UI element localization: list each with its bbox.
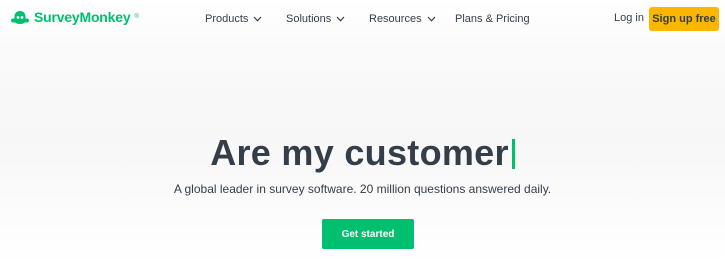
chevron-down-icon [336, 16, 345, 22]
hero-subtitle: A global leader in survey software. 20 m… [173, 182, 552, 196]
nav-products-label: Products [205, 13, 249, 25]
signup-button[interactable]: Sign up free [649, 7, 719, 31]
nav-plans-pricing-label: Plans & Pricing [455, 13, 530, 25]
login-link[interactable]: Log in [614, 12, 644, 24]
logo-wordmark: SurveyMonkey [34, 9, 131, 25]
top-navigation-bar: SurveyMonkey ® Products Solutions Resour… [0, 0, 725, 38]
nav-resources[interactable]: Resources [369, 0, 436, 38]
nav-products[interactable]: Products [205, 0, 262, 38]
chevron-down-icon [253, 16, 262, 22]
trademark-symbol: ® [134, 14, 139, 20]
nav-resources-label: Resources [369, 13, 422, 25]
nav-solutions-label: Solutions [286, 13, 332, 25]
nav-solutions[interactable]: Solutions [286, 0, 345, 38]
typing-caret [511, 139, 515, 169]
surveymonkey-logo[interactable]: SurveyMonkey ® [10, 9, 139, 25]
get-started-button[interactable]: Get started [322, 219, 414, 249]
hero-title: Are my customer [0, 132, 725, 174]
chevron-down-icon [427, 16, 436, 22]
monkey-logo-icon [11, 11, 29, 24]
nav-plans-pricing[interactable]: Plans & Pricing [455, 0, 530, 38]
hero-title-text: Are my customer [210, 132, 509, 173]
